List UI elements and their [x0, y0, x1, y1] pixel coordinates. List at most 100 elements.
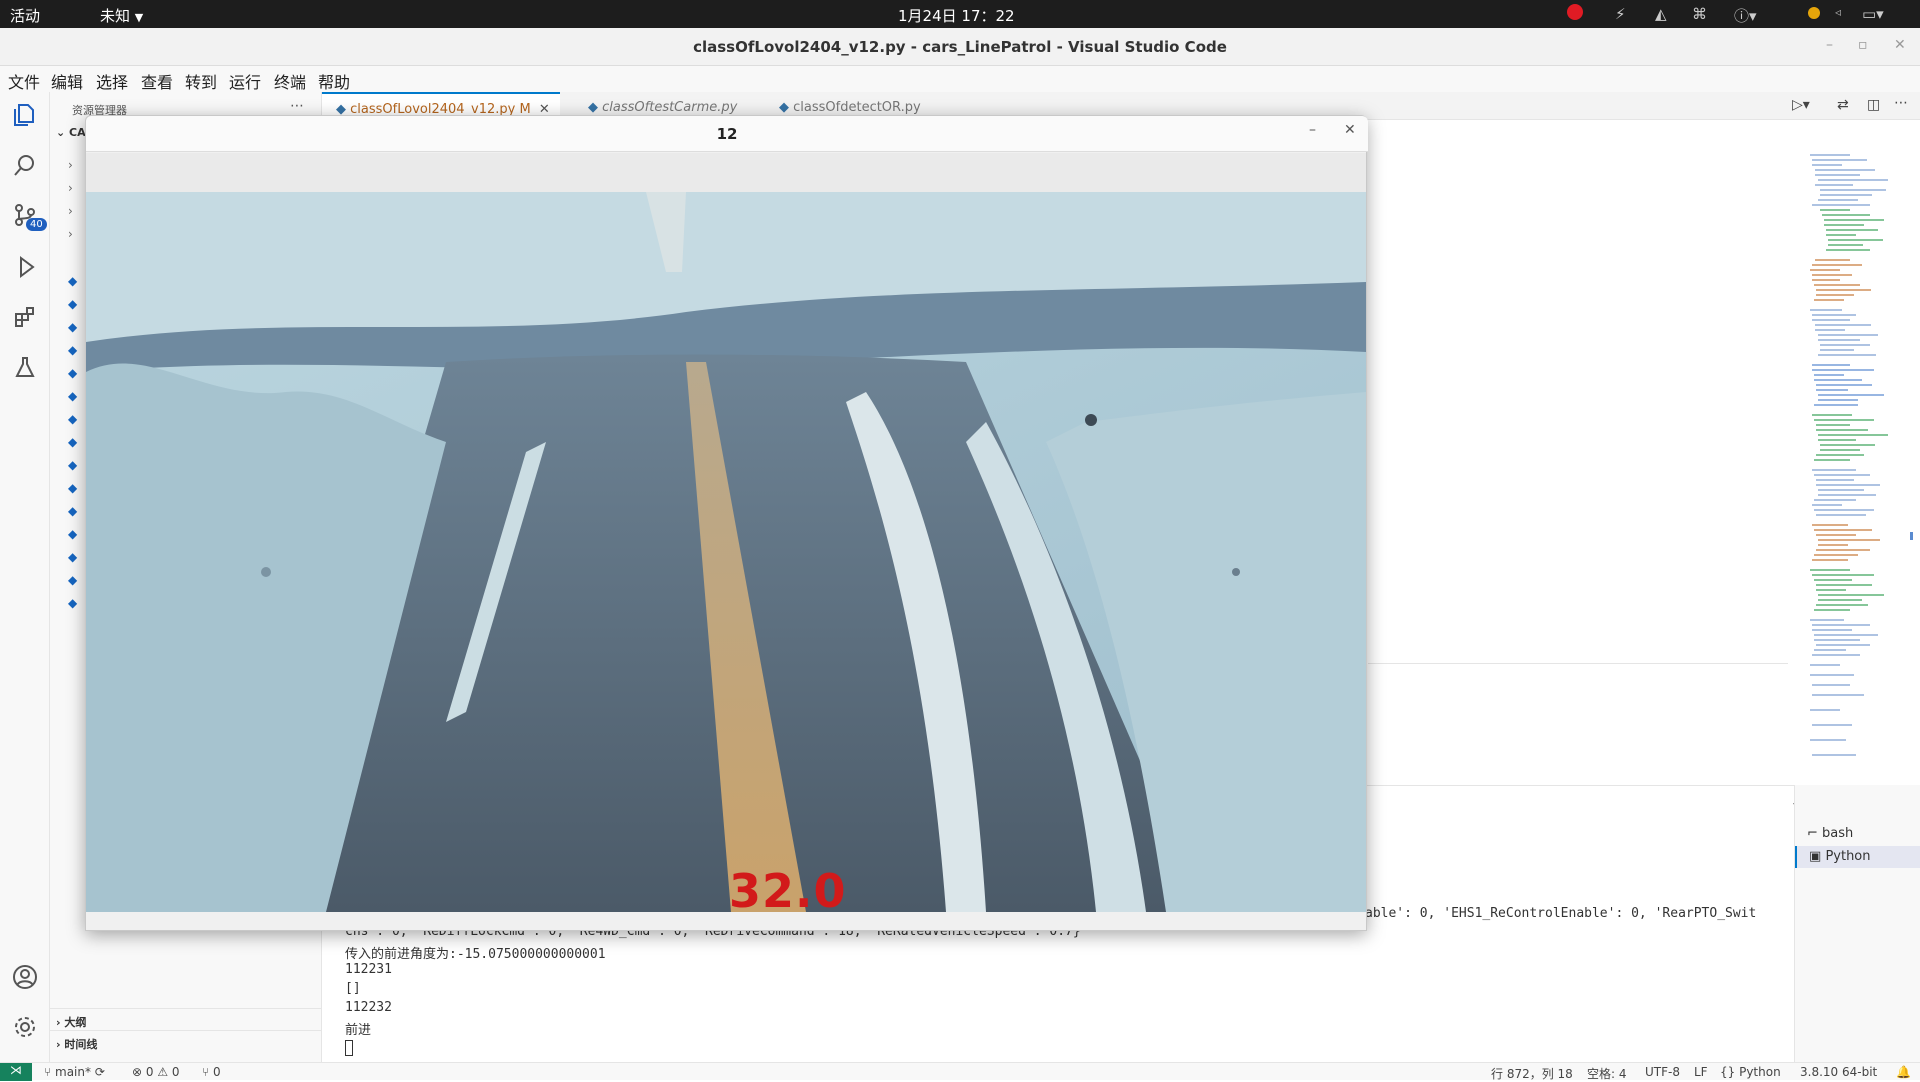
branch-indicator[interactable]: ⑂ main* ⟳: [44, 1065, 105, 1079]
python-file-icon[interactable]: ◆: [68, 481, 77, 495]
app-menu-label: 未知: [100, 7, 131, 25]
python-file-icon[interactable]: ◆: [68, 435, 77, 449]
python-file-icon: ◆: [588, 100, 598, 115]
python-file-icon[interactable]: ◆: [68, 366, 77, 380]
python-file-icon[interactable]: ◆: [68, 343, 77, 357]
split-editor-icon[interactable]: ◫: [1867, 97, 1880, 113]
python-file-icon[interactable]: ◆: [68, 412, 77, 426]
opencv-window-title: 12: [716, 125, 738, 143]
opencv-image-window[interactable]: 12 – ✕ 32.0: [85, 115, 1368, 931]
maximize-icon[interactable]: ▫: [1858, 37, 1868, 53]
folder-chevron-icon[interactable]: ›: [68, 204, 73, 218]
road-camera-image: [86, 192, 1366, 912]
branch-label: main*: [55, 1065, 91, 1079]
workspace-root-label: CA: [69, 126, 86, 139]
ports-count: 0: [213, 1065, 221, 1079]
terminal-output-line: 112231: [345, 962, 392, 977]
python-file-icon[interactable]: ◆: [68, 596, 77, 610]
python-file-icon[interactable]: ◆: [68, 274, 77, 288]
run-debug-icon[interactable]: [10, 252, 40, 282]
python-file-icon[interactable]: ◆: [68, 320, 77, 334]
compare-changes-icon[interactable]: ⇄: [1837, 97, 1849, 113]
close-icon[interactable]: ✕: [1894, 37, 1906, 53]
volume-icon[interactable]: ◃: [1835, 5, 1841, 19]
python-file-icon: ◆: [779, 100, 789, 115]
status-dot-icon: [1808, 7, 1820, 19]
gnome-top-bar: 活动 未知 ▼ 1月24日 17：22 ⚡ ◭ ⌘ ⓘ▾ ◃ ▭▾: [0, 0, 1920, 28]
opencv-window-header[interactable]: 12 – ✕: [86, 116, 1368, 152]
activities-button[interactable]: 活动: [10, 5, 40, 26]
menu-view[interactable]: 查看: [141, 69, 173, 93]
terminal-cursor: [345, 1040, 353, 1056]
terminal-output-line: []: [345, 981, 361, 996]
python-file-icon[interactable]: ◆: [68, 550, 77, 564]
menu-selection[interactable]: 选择: [96, 69, 128, 93]
menu-file[interactable]: 文件: [8, 69, 40, 93]
accessibility-icon[interactable]: ⓘ▾: [1734, 5, 1757, 26]
warning-count: 0: [171, 1065, 180, 1079]
menu-bar: 文件 编辑 选择 查看 转到 运行 终端 帮助: [0, 66, 1920, 92]
line-ending[interactable]: LF: [1694, 1065, 1708, 1079]
python-file-icon[interactable]: ◆: [68, 527, 77, 541]
python-file-icon[interactable]: ◆: [68, 297, 77, 311]
encoding[interactable]: UTF-8: [1645, 1065, 1680, 1079]
menu-terminal[interactable]: 终端: [274, 69, 306, 93]
language-label: Python: [1739, 1065, 1781, 1079]
tray-network-icon[interactable]: ◭: [1655, 5, 1667, 23]
error-count: 0: [145, 1065, 154, 1079]
terminal-instance-python[interactable]: ▣ Python: [1795, 846, 1920, 868]
terminal-instance-label: Python: [1825, 849, 1871, 864]
minimize-icon[interactable]: –: [1309, 122, 1316, 138]
python-file-icon[interactable]: ◆: [68, 458, 77, 472]
terminal-output-line: 112232: [345, 1000, 392, 1015]
notifications-bell-icon[interactable]: 🔔: [1896, 1065, 1911, 1079]
remote-icon[interactable]: ⋊: [0, 1063, 32, 1081]
alert-icon[interactable]: [1567, 4, 1583, 20]
folder-chevron-icon[interactable]: ›: [68, 158, 73, 172]
testing-icon[interactable]: [10, 352, 40, 382]
run-file-icon[interactable]: ▷▾: [1792, 97, 1810, 113]
outline-section[interactable]: › 大纲: [50, 1008, 322, 1030]
minimize-icon[interactable]: –: [1826, 37, 1833, 53]
python-file-icon[interactable]: ◆: [68, 573, 77, 587]
settings-gear-icon[interactable]: [10, 1012, 40, 1042]
python-file-icon[interactable]: ◆: [68, 504, 77, 518]
python-interpreter[interactable]: 3.8.10 64-bit: [1800, 1065, 1877, 1079]
status-bar: ⋊ ⑂ main* ⟳ ⊗ 0 ⚠ 0 ⑂ 0 行 872，列 18 空格: 4…: [0, 1062, 1920, 1082]
cursor-position[interactable]: 行 872，列 18: [1491, 1065, 1573, 1082]
extensions-icon[interactable]: [10, 302, 40, 332]
battery-icon[interactable]: ▭▾: [1862, 5, 1884, 23]
command-icon[interactable]: ⌘: [1692, 5, 1707, 23]
menu-help[interactable]: 帮助: [318, 69, 350, 93]
folder-chevron-icon[interactable]: ›: [68, 181, 73, 195]
app-menu[interactable]: 未知 ▼: [100, 5, 143, 26]
editor-more-icon[interactable]: ⋯: [1894, 95, 1908, 111]
python-file-icon[interactable]: ◆: [68, 389, 77, 403]
account-icon[interactable]: [10, 962, 40, 992]
indentation[interactable]: 空格: 4: [1587, 1065, 1627, 1082]
problems-indicator[interactable]: ⊗ 0 ⚠ 0: [132, 1065, 180, 1079]
explorer-icon[interactable]: [10, 100, 40, 130]
tab-label: classOftestCarme.py: [602, 100, 738, 115]
workspace-root[interactable]: ⌄ CA: [56, 126, 86, 139]
language-mode[interactable]: {} Python: [1720, 1065, 1781, 1079]
ports-indicator[interactable]: ⑂ 0: [202, 1065, 221, 1079]
timeline-section[interactable]: › 时间线: [50, 1030, 322, 1052]
search-icon[interactable]: [10, 150, 40, 180]
window-title: classOfLovol2404_v12.py - cars_LinePatro…: [693, 38, 1227, 56]
minimap[interactable]: [1790, 150, 1915, 770]
menu-go[interactable]: 转到: [185, 69, 217, 93]
outline-label: 大纲: [64, 1016, 87, 1029]
source-control-icon[interactable]: 40: [10, 200, 47, 231]
menu-edit[interactable]: 编辑: [51, 69, 83, 93]
tray-icon[interactable]: ⚡: [1615, 5, 1626, 23]
folder-chevron-icon[interactable]: ›: [68, 227, 73, 241]
more-actions-icon[interactable]: ⋯: [290, 98, 304, 114]
terminal-instance-bash[interactable]: ⌐ bash: [1795, 823, 1920, 845]
camera-frame-image: 32.0: [86, 192, 1366, 912]
menu-run[interactable]: 运行: [229, 69, 261, 93]
terminal-icon: ▣: [1809, 849, 1822, 864]
clock[interactable]: 1月24日 17：22: [898, 5, 1015, 26]
close-icon[interactable]: ✕: [1344, 122, 1356, 138]
timeline-label: 时间线: [64, 1038, 98, 1051]
